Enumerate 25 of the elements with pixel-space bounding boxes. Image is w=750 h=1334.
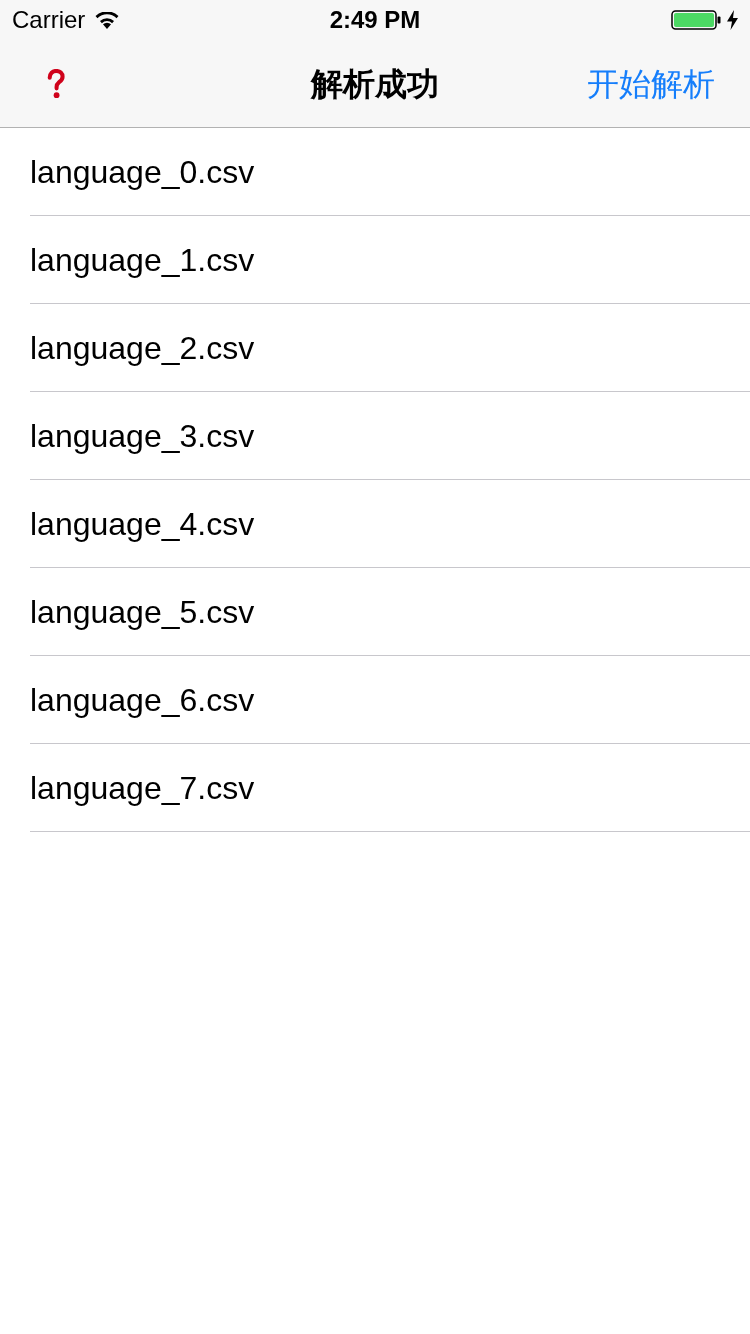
file-list-item[interactable]: language_7.csv: [30, 744, 750, 832]
file-list-item[interactable]: language_6.csv: [30, 656, 750, 744]
start-parse-button[interactable]: 开始解析: [587, 67, 715, 100]
file-name: language_0.csv: [30, 155, 255, 188]
file-name: language_2.csv: [30, 331, 255, 364]
status-time: 2:49 PM: [329, 8, 421, 32]
battery-icon: [671, 10, 721, 30]
file-list-item[interactable]: language_2.csv: [30, 304, 750, 392]
wifi-icon: [95, 11, 120, 29]
file-name: language_5.csv: [30, 595, 255, 628]
file-list-item[interactable]: language_5.csv: [30, 568, 750, 656]
help-icon: [47, 68, 65, 99]
file-list-item[interactable]: language_0.csv: [30, 128, 750, 216]
file-list-item[interactable]: language_3.csv: [30, 392, 750, 480]
file-list-item[interactable]: language_1.csv: [30, 216, 750, 304]
charging-bolt-icon: [727, 10, 738, 30]
file-list-item[interactable]: language_4.csv: [30, 480, 750, 568]
file-name: language_3.csv: [30, 419, 255, 452]
nav-title: 解析成功: [311, 67, 439, 100]
file-name: language_4.csv: [30, 507, 255, 540]
file-name: language_1.csv: [30, 243, 255, 276]
file-name: language_6.csv: [30, 683, 255, 716]
help-button[interactable]: [47, 68, 65, 99]
carrier-label: Carrier: [12, 8, 86, 32]
file-name: language_7.csv: [30, 771, 255, 804]
